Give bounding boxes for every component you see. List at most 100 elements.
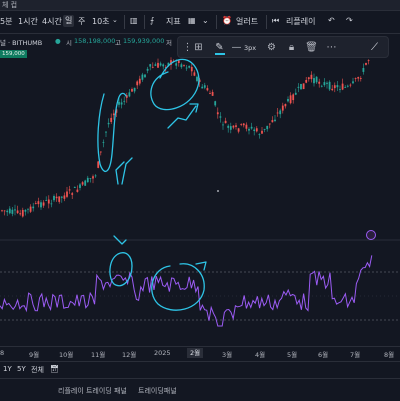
candle-body: [333, 85, 336, 89]
interval-10s-button[interactable]: 10초: [92, 16, 110, 27]
candle-body: [144, 74, 146, 78]
replay-icon[interactable]: ⏮: [272, 16, 279, 26]
time-label: 7월: [350, 351, 361, 359]
replay-trading-panel-tab[interactable]: 리플레이 트레이딩 패널: [58, 386, 127, 396]
candle-body: [209, 93, 211, 94]
candle-body: [300, 83, 302, 90]
candle-body: [37, 201, 40, 205]
candle-body: [50, 203, 53, 205]
redo-icon[interactable]: ↷: [346, 16, 353, 25]
candle-body: [339, 88, 341, 90]
rsi-line: [0, 255, 373, 327]
indicators-button[interactable]: 지표: [166, 16, 181, 27]
candle-body: [237, 128, 240, 132]
candle-body: [224, 120, 227, 124]
candle-body: [99, 151, 102, 153]
trading-panel-tab[interactable]: 트레이딩패널: [138, 386, 177, 396]
templates-icon[interactable]: ▦: [188, 16, 196, 25]
time-label: 10월: [59, 351, 74, 359]
line-color-swatch[interactable]: [215, 53, 225, 55]
alert-button[interactable]: 얼러트: [236, 16, 258, 27]
candle-body: [349, 84, 352, 86]
interval-5m-button[interactable]: 5분: [0, 16, 12, 27]
alert-clock-icon[interactable]: ⏰: [222, 16, 232, 25]
candle-body: [289, 95, 292, 104]
candlestick-series: [1, 57, 370, 218]
chevron-down-icon[interactable]: ⌄: [112, 16, 118, 24]
candle-body: [302, 83, 305, 90]
indicators-icon[interactable]: ⨍: [150, 16, 154, 25]
range-1y-button[interactable]: 1Y: [3, 365, 12, 373]
candle-body: [21, 209, 24, 217]
candle-type-icon[interactable]: ▥: [130, 16, 138, 25]
candle-body: [92, 176, 94, 179]
candle-body: [84, 180, 87, 186]
candle-body: [193, 72, 196, 76]
settings-gear-icon[interactable]: ⚙: [265, 41, 278, 54]
time-label: 8: [0, 349, 5, 357]
replay-button[interactable]: 리플레이: [286, 16, 315, 27]
trend-line-icon[interactable]: ⟋: [368, 41, 381, 54]
range-all-button[interactable]: 전체: [31, 365, 44, 375]
candle-body: [151, 66, 154, 68]
annotation-drawings: [97, 58, 207, 311]
candle-body: [53, 195, 55, 201]
interval-1d-button[interactable]: 일: [63, 15, 75, 27]
interval-4h-button[interactable]: 4시간: [42, 16, 62, 27]
window-titlebar: 체 컵: [0, 0, 400, 11]
candle-body: [242, 123, 245, 126]
candle-body: [97, 161, 100, 168]
toolbar-divider: [266, 15, 267, 29]
candle-body: [255, 128, 258, 132]
candle-body: [107, 122, 110, 125]
more-icon[interactable]: ⋯: [325, 41, 338, 54]
candle-body: [294, 92, 297, 95]
candle-body: [81, 182, 84, 185]
candle-body: [367, 60, 370, 62]
price-chart[interactable]: [0, 34, 400, 346]
stroke-width-value[interactable]: 3px: [244, 44, 256, 52]
candle-body: [240, 124, 243, 125]
line-style-icon[interactable]: —: [230, 41, 243, 54]
candle-body: [185, 67, 188, 69]
chevron-down-icon[interactable]: ⌄: [202, 16, 209, 25]
candle-body: [318, 81, 321, 84]
lock-icon[interactable]: 🔒︎: [285, 41, 298, 54]
interval-1h-button[interactable]: 1시간: [18, 16, 38, 27]
bottom-panel-tabs: 리플레이 트레이딩 패널 트레이딩패널: [0, 378, 400, 401]
time-axis[interactable]: 8 9월 10월 11월 12월 2025 2월 3월 4월 5월 6월 7월 …: [0, 346, 400, 361]
candle-body: [71, 193, 74, 195]
candle-body: [245, 124, 248, 129]
candle-body: [320, 85, 323, 87]
template-grid-icon[interactable]: ⊞: [192, 41, 205, 54]
date-range-icon[interactable]: 📅︎: [50, 365, 59, 373]
interval-1w-button[interactable]: 주: [78, 16, 85, 27]
candle-body: [159, 63, 162, 66]
candle-body: [263, 128, 266, 130]
low-label: 저: [166, 39, 172, 47]
candle-body: [313, 78, 315, 84]
symbol-name[interactable]: 널 · BITHUMB: [0, 37, 42, 47]
range-bar: 1Y 5Y 전체 📅︎: [0, 361, 400, 378]
candle-body: [253, 129, 256, 132]
candle-body: [27, 208, 29, 210]
candle-body: [14, 209, 16, 211]
candle-body: [201, 86, 204, 89]
chart-area[interactable]: [0, 34, 400, 346]
candle-body: [58, 196, 61, 202]
trash-icon[interactable]: 🗑︎: [305, 41, 318, 54]
candle-body: [222, 124, 224, 126]
candle-body: [94, 175, 97, 177]
candle-body: [203, 85, 206, 88]
time-label: 6월: [318, 351, 329, 359]
candle-body: [271, 120, 274, 123]
candle-body: [344, 87, 347, 88]
undo-icon[interactable]: ↶: [328, 16, 335, 25]
candle-body: [211, 91, 214, 96]
candle-body: [346, 85, 349, 87]
candle-body: [248, 128, 250, 131]
range-5y-button[interactable]: 5Y: [17, 365, 26, 373]
alert-clock-icon[interactable]: [366, 230, 376, 240]
candle-body: [45, 200, 48, 201]
candle-body: [79, 184, 81, 188]
